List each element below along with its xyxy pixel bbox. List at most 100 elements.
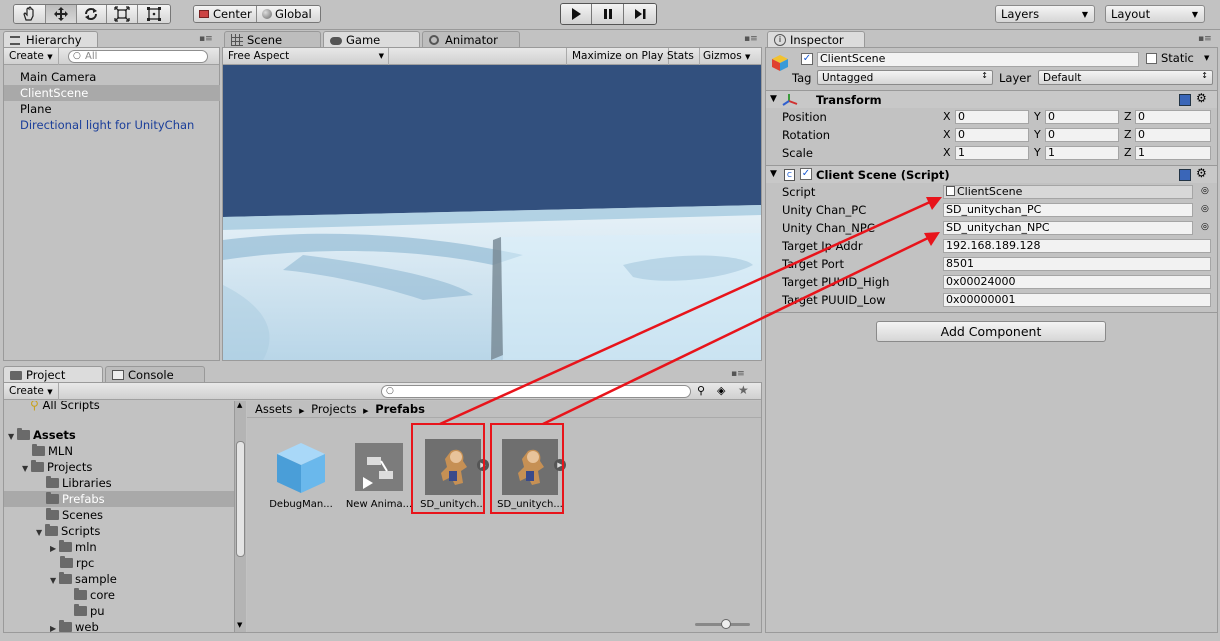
asset-new-animator[interactable]: New Anima...: [341, 429, 413, 519]
help-book-icon[interactable]: [1179, 169, 1191, 181]
filter-type-icon[interactable]: ⚲: [697, 384, 705, 397]
tab-game[interactable]: Game: [323, 31, 420, 48]
tree-label: core: [90, 588, 115, 602]
tab-project[interactable]: Project: [3, 366, 103, 383]
tree-item-pu[interactable]: pu: [4, 603, 234, 619]
static-checkbox[interactable]: [1146, 53, 1157, 64]
tree-item-core[interactable]: core: [4, 587, 234, 603]
gizmos-dropdown[interactable]: Gizmos ▼: [698, 48, 760, 65]
object-picker-icon[interactable]: ◎: [1201, 186, 1209, 196]
tree-item-scripts[interactable]: ▼ Scripts: [4, 523, 234, 539]
pause-button[interactable]: [592, 4, 624, 24]
active-checkbox[interactable]: ✓: [801, 53, 813, 65]
hierarchy-item-plane[interactable]: Plane: [4, 101, 220, 117]
transform-header[interactable]: ▼ Transform ⚙: [766, 90, 1217, 108]
pause-icon: [603, 9, 612, 19]
project-search-input[interactable]: ○: [381, 385, 691, 398]
tree-item-mln[interactable]: MLN: [4, 443, 234, 459]
tree-item-scenes[interactable]: Scenes: [4, 507, 234, 523]
slider-thumb[interactable]: [721, 619, 731, 629]
inspector-tab[interactable]: i Inspector: [767, 31, 865, 48]
stats-button[interactable]: Stats: [662, 48, 700, 65]
hierarchy-item-clientscene[interactable]: ClientScene: [4, 85, 220, 101]
target-puuid-high-field[interactable]: 0x00024000: [943, 275, 1211, 289]
folder-icon: [59, 572, 72, 584]
hierarchy-create-button[interactable]: Create ▼: [4, 48, 59, 65]
maximize-on-play-button[interactable]: Maximize on Play: [566, 48, 670, 65]
asset-debugmanager[interactable]: DebugMan...: [263, 429, 335, 519]
scale-y-field[interactable]: 1: [1045, 146, 1119, 160]
project-create-button[interactable]: Create ▼: [4, 383, 59, 400]
move-tool-button[interactable]: [45, 5, 77, 23]
tab-menu-icon[interactable]: ▪≡: [744, 34, 758, 44]
tree-item-libraries[interactable]: Libraries: [4, 475, 234, 491]
pivot-center-button[interactable]: Center: [194, 6, 258, 22]
step-button[interactable]: [623, 4, 656, 24]
tree-item-projects[interactable]: ▼ Projects: [4, 459, 234, 475]
position-x-field[interactable]: 0: [955, 110, 1029, 124]
tab-console[interactable]: Console: [105, 366, 205, 383]
rotation-x-field[interactable]: 0: [955, 128, 1029, 142]
tree-item-assets[interactable]: ▼ Assets: [4, 427, 234, 443]
filter-label-icon[interactable]: ◈: [717, 384, 725, 397]
position-y-field[interactable]: 0: [1045, 110, 1119, 124]
rotation-z-field[interactable]: 0: [1135, 128, 1211, 142]
script-reference-field[interactable]: ClientScene: [943, 185, 1193, 199]
breadcrumb-item[interactable]: Projects: [311, 402, 356, 416]
scale-z-field[interactable]: 1: [1135, 146, 1211, 160]
rotation-y-field[interactable]: 0: [1045, 128, 1119, 142]
script-component-header[interactable]: ▼ C ✓ Client Scene (Script) ⚙: [766, 165, 1217, 183]
breadcrumb-item[interactable]: Prefabs: [375, 402, 425, 416]
aspect-dropdown[interactable]: Free Aspect ▼: [223, 48, 389, 65]
lock-icon[interactable]: ▪≡: [731, 369, 745, 379]
scale-tool-button[interactable]: [107, 5, 139, 23]
rect-tool-button[interactable]: [138, 5, 170, 23]
breadcrumb-item[interactable]: Assets: [255, 402, 292, 416]
target-ip-field[interactable]: 192.168.189.128: [943, 239, 1211, 253]
tree-scrollbar-thumb[interactable]: [236, 441, 245, 557]
tab-scene[interactable]: Scene: [224, 31, 321, 48]
tag-dropdown[interactable]: Untagged ↕: [817, 70, 993, 85]
script-enabled-checkbox[interactable]: ✓: [800, 168, 812, 180]
game-viewport[interactable]: [223, 65, 761, 360]
play-button[interactable]: [561, 4, 593, 24]
tree-item-prefabs[interactable]: Prefabs: [4, 491, 234, 507]
object-picker-icon[interactable]: ◎: [1201, 222, 1209, 232]
tree-item-rpc[interactable]: rpc: [4, 555, 234, 571]
help-book-icon[interactable]: [1179, 94, 1191, 106]
pivot-global-button[interactable]: Global: [257, 6, 320, 22]
add-component-button[interactable]: Add Component: [876, 321, 1106, 342]
gear-icon[interactable]: ⚙: [1196, 166, 1207, 180]
layers-dropdown[interactable]: Layers ▼: [995, 5, 1095, 23]
hierarchy-item-main-camera[interactable]: Main Camera: [4, 69, 220, 85]
hierarchy-search-input[interactable]: ○ All: [68, 50, 208, 63]
tab-menu-icon[interactable]: ▪≡: [1198, 34, 1212, 44]
scroll-down-icon[interactable]: ▼: [237, 621, 242, 629]
object-picker-icon[interactable]: ◎: [1201, 204, 1209, 214]
layer-dropdown[interactable]: Default ↕: [1038, 70, 1213, 85]
hierarchy-tab[interactable]: Hierarchy: [3, 31, 98, 48]
scale-x-field[interactable]: 1: [955, 146, 1029, 160]
target-puuid-low-field[interactable]: 0x00000001: [943, 293, 1211, 307]
tree-item-mln-sub[interactable]: ▶ mln: [4, 539, 234, 555]
target-port-field[interactable]: 8501: [943, 257, 1211, 271]
unity-chan-npc-field[interactable]: SD_unitychan_NPC: [943, 221, 1193, 235]
favorite-star-icon[interactable]: ★: [738, 383, 749, 397]
thumbnail-size-slider[interactable]: [695, 619, 750, 629]
tree-item-all-scripts[interactable]: ⚲ All Scripts: [4, 401, 234, 413]
layout-dropdown[interactable]: Layout ▼: [1105, 5, 1205, 23]
hand-tool-button[interactable]: [14, 5, 46, 23]
tree-item-sample[interactable]: ▼ sample: [4, 571, 234, 587]
tree-item-web[interactable]: ▶ web: [4, 619, 234, 632]
gear-icon[interactable]: ⚙: [1196, 91, 1207, 105]
unity-chan-pc-field[interactable]: SD_unitychan_PC: [943, 203, 1193, 217]
position-z-field[interactable]: 0: [1135, 110, 1211, 124]
object-name-input[interactable]: ClientScene: [817, 52, 1139, 67]
tree-scrollbar[interactable]: ▲ ▼: [234, 401, 246, 632]
tab-animator[interactable]: Animator: [422, 31, 520, 48]
rotate-tool-button[interactable]: [76, 5, 108, 23]
tab-menu-icon[interactable]: ▪≡: [199, 34, 213, 44]
scroll-up-icon[interactable]: ▲: [237, 401, 242, 409]
static-dropdown-icon[interactable]: ▼: [1204, 54, 1209, 62]
hierarchy-item-directional-light[interactable]: Directional light for UnityChan: [4, 117, 220, 133]
